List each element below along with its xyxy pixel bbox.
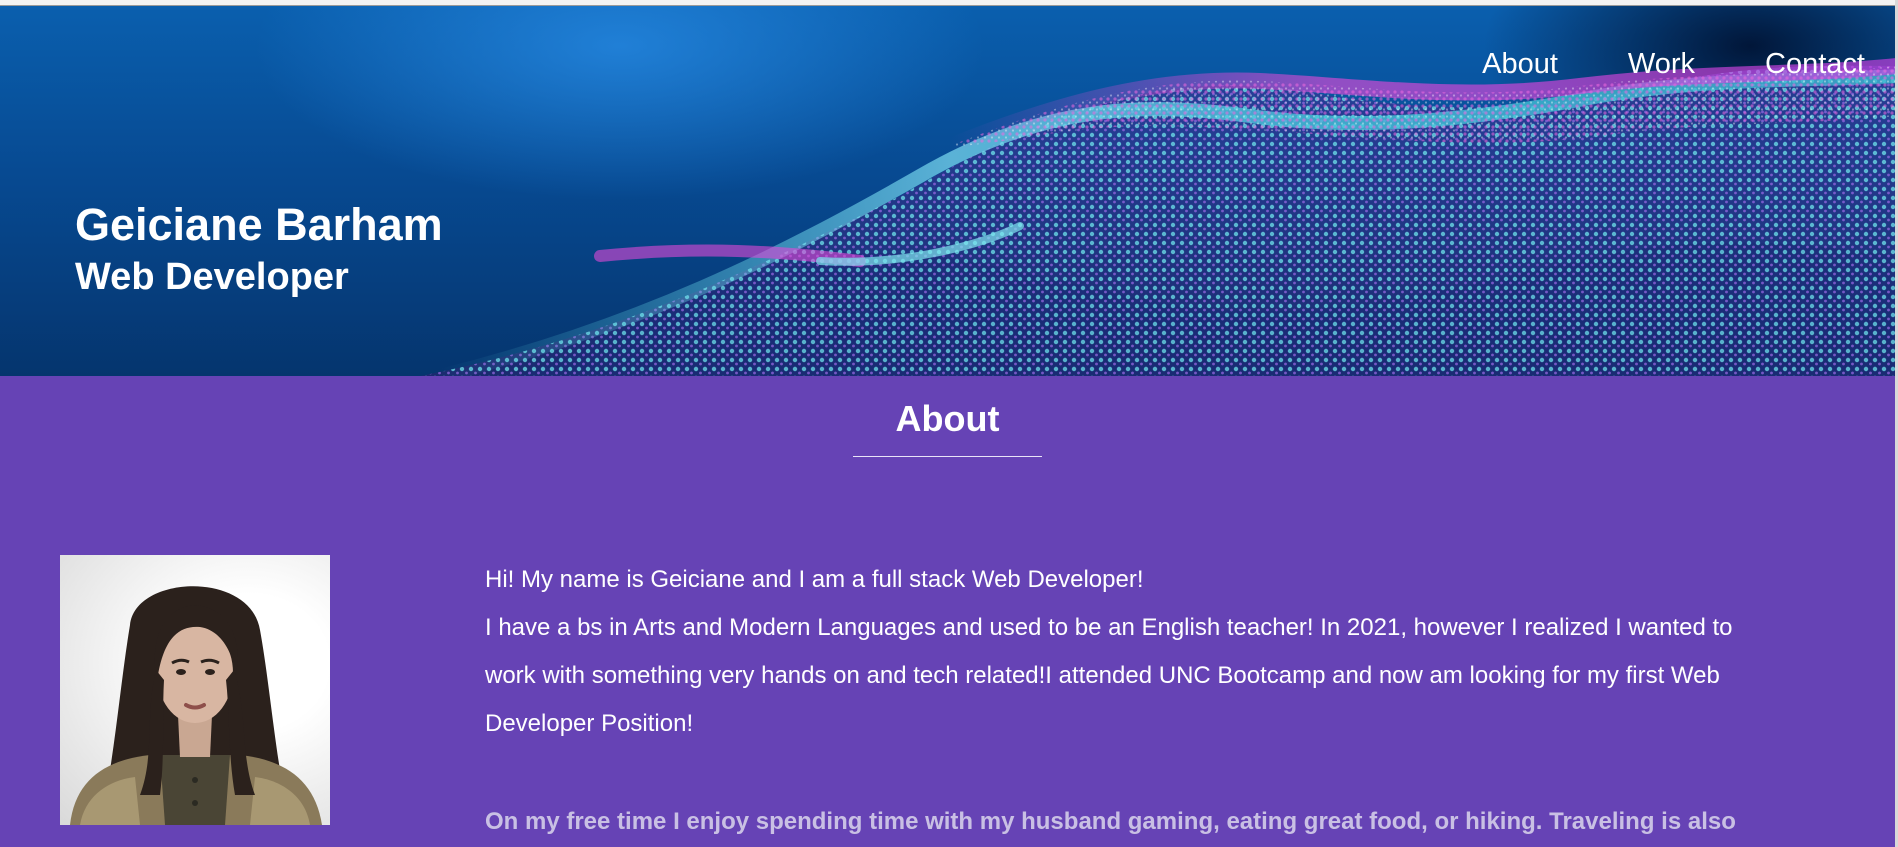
about-free-time: On my free time I enjoy spending time wi… [485, 808, 1736, 835]
profile-portrait-image [70, 586, 322, 825]
hero-name: Geiciane Barham [75, 199, 443, 250]
about-section: About Hi! My name is Geiciane and I am a… [0, 376, 1895, 847]
page: About Work Contact Geiciane Barham Web D… [0, 0, 1898, 847]
nav-link-about[interactable]: About [1482, 48, 1558, 81]
about-section-title: About [895, 398, 1000, 439]
about-intro: Hi! My name is Geiciane and I am a full … [485, 566, 1144, 593]
about-bio: Hi! My name is Geiciane and I am a full … [485, 556, 1775, 748]
hero-role: Web Developer [75, 256, 349, 298]
main-nav: About Work Contact [1412, 48, 1865, 81]
nav-link-contact[interactable]: Contact [1765, 48, 1865, 81]
about-background: I have a bs in Arts and Modern Languages… [485, 614, 1733, 737]
nav-link-work[interactable]: Work [1628, 48, 1695, 81]
title-underline [853, 456, 1042, 457]
hero-banner: About Work Contact Geiciane Barham Web D… [0, 6, 1897, 376]
profile-photo [60, 555, 330, 825]
